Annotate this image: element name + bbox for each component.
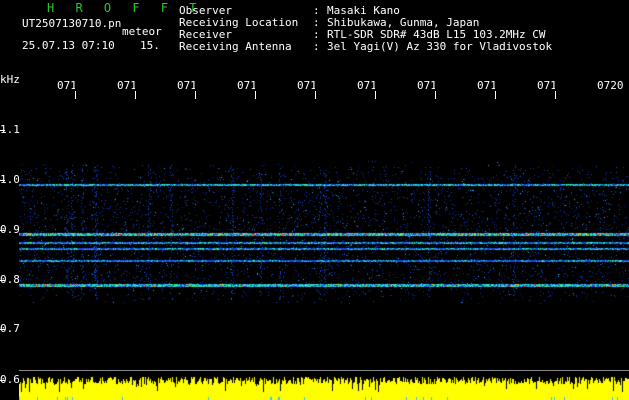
minute-marker: [195, 91, 196, 99]
amplitude-trace: [19, 371, 629, 400]
minute-marker: [435, 91, 436, 99]
time-label: 0714: [237, 79, 255, 92]
mode-label: meteor: [122, 25, 162, 38]
minute-marker: [495, 91, 496, 99]
time-label: 0715: [297, 79, 315, 92]
y-tick-mark: [0, 380, 5, 381]
minute-marker: [315, 91, 316, 99]
y-tick-mark: [0, 130, 5, 131]
minute-marker: [375, 91, 376, 99]
hrofft-display: H R O F F T UT2507130710.pn meteor 25.07…: [0, 0, 629, 400]
y-tick-mark: [0, 230, 5, 231]
minute-marker: [135, 91, 136, 99]
minute-marker: [255, 91, 256, 99]
time-label: 0718: [477, 79, 495, 92]
field-label-antenna: Receiving Antenna: [179, 40, 292, 53]
time-label: 0711: [57, 79, 75, 92]
time-label: 0712: [117, 79, 135, 92]
time-label: 0716: [357, 79, 375, 92]
file-name: UT2507130710.pn: [22, 17, 122, 30]
interval-value: 15.: [140, 39, 160, 52]
y-tick-mark: [0, 180, 5, 181]
minute-marker: [555, 91, 556, 99]
y-tick-mark: [0, 280, 5, 281]
minute-marker: [75, 91, 76, 99]
y-axis-unit: kHz: [0, 73, 20, 86]
spectrogram-waterfall: [19, 160, 629, 305]
observation-datetime: 25.07.13 07:10: [22, 39, 115, 52]
time-label: 0717: [417, 79, 435, 92]
time-label: 0713: [177, 79, 195, 92]
field-sep: :: [313, 40, 320, 53]
time-label: 0720: [597, 79, 624, 92]
time-label: 0719: [537, 79, 555, 92]
y-tick-mark: [0, 329, 5, 330]
field-value-antenna: 3el Yagi(V) Az 330 for Vladivostok: [327, 40, 553, 53]
